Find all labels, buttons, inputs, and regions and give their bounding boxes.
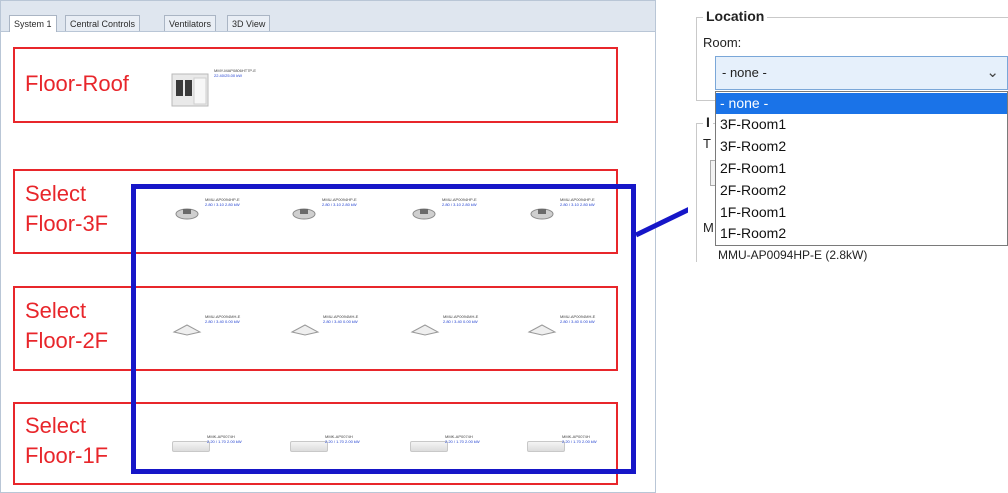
location-group-title: Location — [703, 8, 768, 24]
floor-label: Select Floor-2F — [25, 298, 109, 353]
room-label: Room: — [703, 35, 742, 50]
chevron-down-icon[interactable]: ⌄ — [986, 63, 999, 81]
room-option[interactable]: 2F-Room1 — [716, 158, 1007, 179]
room-option[interactable]: 3F-Room1 — [716, 114, 1007, 135]
room-select[interactable]: - none - ⌄ — [715, 56, 1008, 90]
room-option[interactable]: 1F-Room1 — [716, 202, 1007, 223]
tab-system-1[interactable]: System 1 — [9, 15, 57, 32]
info-group-title: I — [703, 114, 713, 130]
outdoor-unit-icon — [171, 73, 209, 107]
tab-ventilators[interactable]: Ventilators — [164, 15, 217, 31]
outdoor-unit[interactable] — [170, 70, 210, 115]
hidden-label: M — [703, 220, 714, 235]
room-dropdown-list[interactable]: - none - 3F-Room1 3F-Room2 2F-Room1 2F-R… — [715, 91, 1008, 246]
room-option[interactable]: 1F-Room2 — [716, 223, 1007, 244]
room-option[interactable]: - none - — [716, 93, 1007, 114]
floor-label: Floor-Roof — [25, 71, 129, 96]
properties-panel: Location Room: I T M MMU-AP0094HP-E (2.8… — [688, 0, 1008, 262]
unit-label: MMY-MAP0806HT7P-E 22.40/25.00 kW — [214, 68, 257, 78]
hidden-field-text: MMU-AP0094HP-E (2.8kW) — [718, 248, 868, 262]
tab-bar: System 1 Central Controls Ventilators 3D… — [1, 1, 655, 32]
floor-label: Select Floor-1F — [25, 413, 109, 468]
room-option[interactable]: 3F-Room2 — [716, 136, 1007, 157]
selection-highlight-box — [131, 184, 636, 474]
floor-label: Select Floor-3F — [25, 181, 109, 236]
room-option[interactable]: 2F-Room2 — [716, 180, 1007, 201]
tab-central-controls[interactable]: Central Controls — [65, 15, 141, 31]
hidden-label: T — [703, 136, 711, 151]
room-select-value: - none - — [722, 65, 767, 80]
tab-3d-view[interactable]: 3D View — [227, 15, 271, 31]
floor-roof-box[interactable]: Floor-Roof — [13, 47, 618, 123]
